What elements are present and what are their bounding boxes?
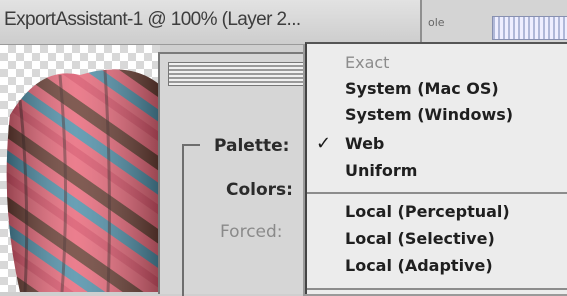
image-canvas[interactable]	[0, 45, 160, 292]
menu-separator	[307, 288, 567, 290]
checkmark-icon: ✓	[316, 133, 332, 154]
menu-item-label: Exact	[345, 53, 390, 72]
background-window-ruler	[492, 16, 567, 40]
menu-separator	[307, 192, 567, 194]
document-title-bar[interactable]: ExportAssistant-1 @ 100% (Layer 2...	[0, 0, 420, 45]
menu-item-exact: Exact	[307, 52, 567, 76]
menu-item-label: Web	[345, 134, 385, 153]
menu-item-label: Local (Perceptual)	[345, 202, 510, 221]
menu-item-local-adaptive[interactable]: Local (Adaptive)	[307, 255, 567, 279]
menu-item-system-windows[interactable]: System (Windows)	[307, 104, 567, 128]
menu-item-label: Uniform	[345, 161, 418, 180]
menu-item-label: Local (Adaptive)	[345, 256, 493, 275]
menu-item-uniform[interactable]: Uniform	[307, 160, 567, 184]
menu-item-label: Local (Selective)	[345, 229, 495, 248]
menu-item-label: System (Mac OS)	[345, 79, 499, 98]
colors-label: Colors:	[226, 180, 293, 200]
background-window-title: ole	[428, 16, 445, 29]
menu-item-local-perceptual[interactable]: Local (Perceptual)	[307, 201, 567, 225]
palette-label: Palette:	[214, 136, 290, 156]
document-title: ExportAssistant-1 @ 100% (Layer 2...	[4, 9, 301, 30]
yarn-image	[6, 69, 160, 292]
background-window[interactable]: ole	[420, 0, 567, 44]
menu-item-system-mac-os[interactable]: System (Mac OS)	[307, 78, 567, 102]
palette-dropdown-menu[interactable]: Exact System (Mac OS) System (Windows) ✓…	[305, 42, 567, 294]
menu-item-label: System (Windows)	[345, 105, 514, 124]
palette-group-frame	[182, 144, 200, 296]
forced-label: Forced:	[220, 222, 283, 242]
menu-item-local-selective[interactable]: Local (Selective)	[307, 228, 567, 252]
menu-item-web[interactable]: ✓ Web	[307, 133, 567, 157]
